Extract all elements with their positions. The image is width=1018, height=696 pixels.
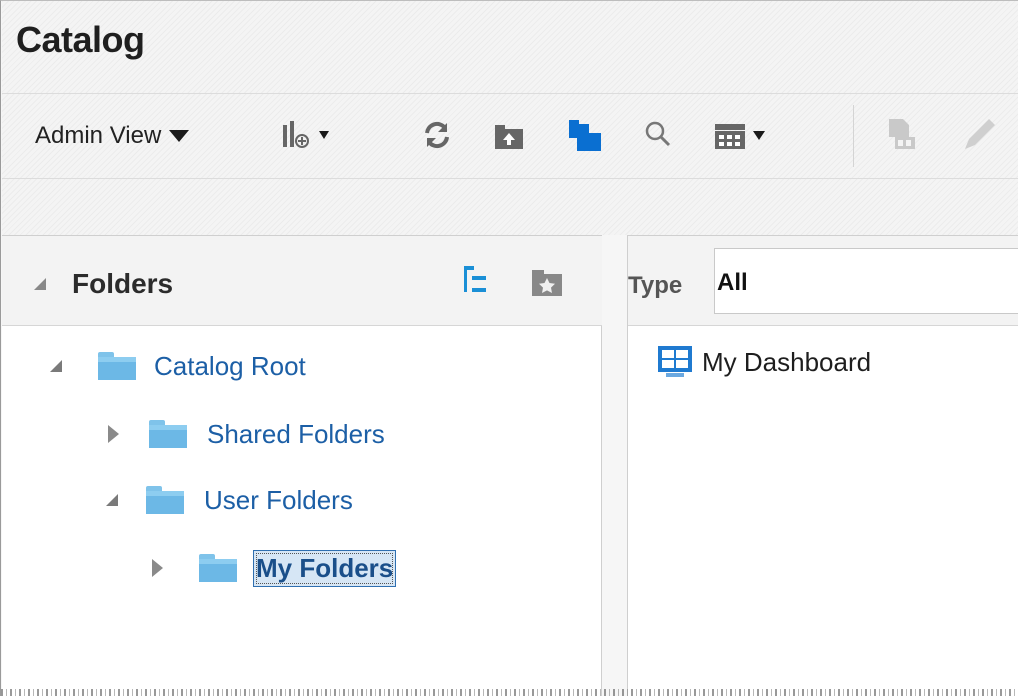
toolbar-spacer [2,179,1018,235]
tree-item-shared-folders[interactable]: Shared Folders [108,414,385,454]
folders-header: Folders [2,236,602,326]
grid-view-icon [715,124,745,149]
tree-view-icon[interactable] [462,264,490,298]
header: Catalog [2,1,1018,93]
page-title: Catalog [16,19,145,60]
add-column-button[interactable] [281,117,351,153]
view-options-button[interactable] [713,117,803,153]
collapsed-triangle-icon[interactable] [108,425,119,443]
expanded-triangle-icon[interactable] [50,360,62,372]
tree-item-label: Catalog Root [154,350,306,381]
admin-view-label: Admin View [35,122,162,149]
tree-item-my-folders[interactable]: My Folders [152,548,397,588]
folders-title: Folders [72,268,174,299]
dashboard-icon [658,346,692,377]
folders-panel: Folders Catalog Root Shared Folders User… [2,235,602,696]
new-folder-icon [569,120,601,151]
search-button[interactable] [641,117,677,153]
collapse-panel-icon[interactable] [34,278,46,290]
cropped-edge [1,689,1018,696]
folder-icon [146,486,184,514]
tree-item-label-selected: My Folders [253,549,397,587]
chevron-down-icon [753,131,765,140]
collapsed-triangle-icon[interactable] [152,559,163,577]
catalog-item-label: My Dashboard [702,346,872,377]
catalog-item-my-dashboard[interactable]: My Dashboard [656,344,871,380]
edit-icon [965,119,995,149]
refresh-button[interactable] [419,117,455,153]
folder-icon [149,420,187,448]
type-label: Type [628,272,683,299]
favorite-folder-icon[interactable] [530,268,564,298]
admin-view-dropdown[interactable]: Admin View [35,119,190,153]
properties-icon [889,119,915,149]
type-filter-bar: Type All [628,236,1018,326]
tree-item-label: User Folders [204,484,353,515]
edit-button[interactable] [959,117,995,153]
toolbar-divider [853,105,854,167]
refresh-icon [425,121,449,149]
new-folder-button[interactable] [567,117,603,153]
catalog-window: Catalog Admin View Folders Catalog Root … [0,0,1018,696]
content-panel: Type All My Dashboard [627,235,1018,696]
folder-icon [98,352,136,380]
tree-item-label: Shared Folders [207,418,385,449]
properties-button[interactable] [885,117,921,153]
type-filter-field[interactable]: All [714,248,1018,314]
expanded-triangle-icon[interactable] [106,494,118,506]
chevron-down-icon [169,130,190,142]
tree-item-user-folders[interactable]: User Folders [106,480,353,520]
chevron-down-icon [319,131,329,139]
upload-folder-icon [495,125,523,149]
folder-icon [199,554,237,582]
upload-folder-button[interactable] [491,117,527,153]
tree-item-catalog-root[interactable]: Catalog Root [50,346,306,386]
add-column-icon [283,121,309,148]
search-icon [645,121,671,147]
